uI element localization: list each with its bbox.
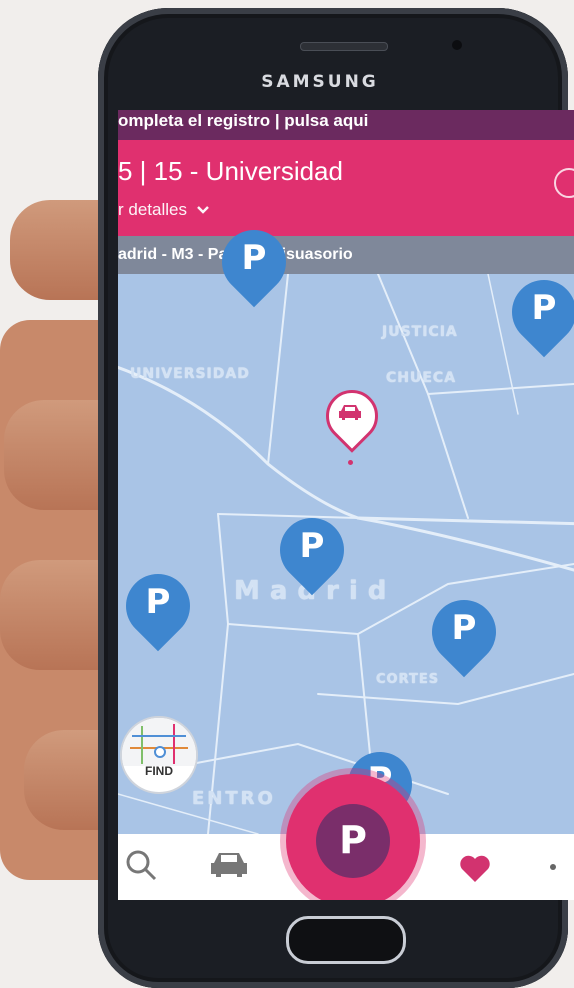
find-label: FIND — [145, 764, 173, 778]
registration-banner[interactable]: ompleta el registro | pulsa aqui — [118, 110, 574, 140]
parking-pin[interactable]: P — [418, 586, 510, 678]
parking-pin[interactable]: P — [266, 504, 358, 596]
park-fab-inner: P — [316, 804, 390, 878]
map-label-universidad: UNIVERSIDAD — [130, 366, 250, 382]
mini-map-icon — [122, 718, 196, 766]
parking-name-bar[interactable]: adrid - M3 - Parquin disuasorio — [118, 236, 574, 274]
map-label-justicia: JUSTICIA — [382, 324, 458, 340]
park-fab-button[interactable]: P — [286, 774, 420, 900]
parking-pin[interactable]: P — [208, 216, 300, 308]
car-location-dot — [348, 460, 353, 465]
parking-pin[interactable]: P — [118, 560, 204, 652]
more-icon[interactable] — [550, 864, 556, 870]
details-link-label: r detalles — [118, 200, 187, 219]
device-brand: SAMSUNG — [261, 72, 379, 92]
registration-banner-text: ompleta el registro | pulsa aqui — [118, 111, 369, 130]
car-icon — [339, 405, 361, 420]
car-location-pin[interactable] — [315, 379, 389, 453]
heart-icon[interactable] — [458, 854, 492, 884]
park-fab-label: P — [339, 818, 367, 862]
location-header: 5 | 15 - Universidad r detalles — [118, 140, 574, 236]
parking-pin[interactable]: P — [498, 266, 574, 358]
info-icon[interactable] — [554, 168, 574, 198]
speaker-grille — [300, 42, 388, 51]
front-camera — [452, 40, 462, 50]
search-icon[interactable] — [124, 848, 158, 882]
map-label-centro: ENTRO — [192, 788, 276, 809]
map-label-chueca: CHUECA — [386, 370, 457, 386]
car-icon[interactable] — [208, 848, 250, 880]
app-screen: ompleta el registro | pulsa aqui 5 | 15 … — [118, 110, 574, 900]
home-button[interactable] — [286, 916, 406, 964]
map-label-cortes: CORTES — [376, 672, 440, 687]
details-link[interactable]: r detalles — [118, 200, 210, 220]
location-title: 5 | 15 - Universidad — [118, 156, 343, 186]
find-button[interactable]: FIND — [120, 716, 198, 794]
chevron-down-icon — [196, 206, 209, 214]
